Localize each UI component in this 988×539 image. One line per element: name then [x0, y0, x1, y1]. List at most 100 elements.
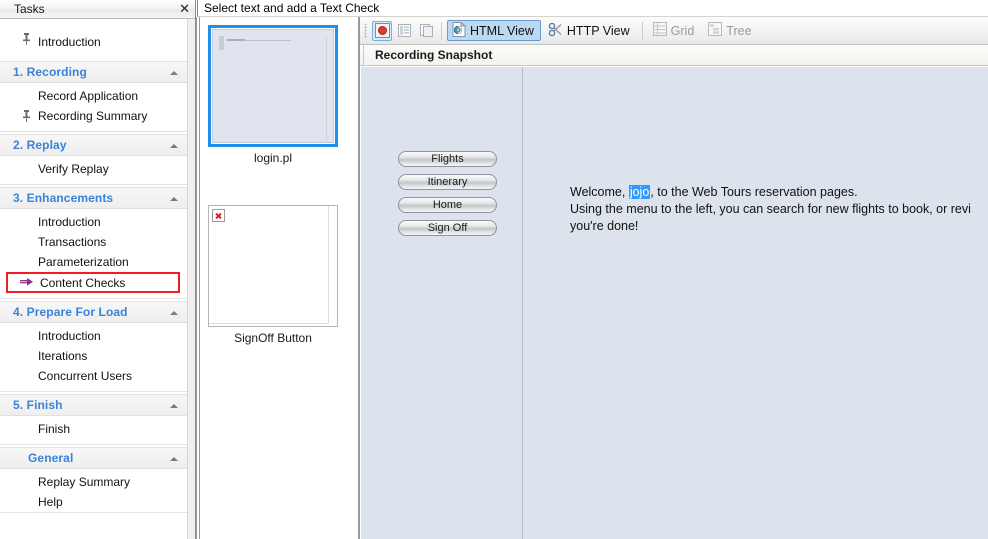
sidebar-item-load-introduction[interactable]: Introduction	[0, 326, 188, 346]
thumbnail-label: login.pl	[253, 151, 293, 165]
snapshot-record-icon[interactable]	[372, 20, 392, 41]
thumbnail-preview	[212, 29, 334, 143]
sidebar-group-header-general[interactable]: General	[0, 447, 188, 469]
chevron-up-icon[interactable]	[168, 307, 180, 318]
toolbar-separator	[641, 21, 643, 40]
sidebar-group-title: 3. Enhancements	[13, 191, 114, 205]
sidebar-group-header-finish[interactable]: 5. Finish	[0, 394, 188, 416]
sidebar-group-header-recording[interactable]: 1. Recording	[0, 61, 188, 83]
sidebar-group-header-prepare-for-load[interactable]: 4. Prepare For Load	[0, 301, 188, 323]
sidebar-group-recording: 1. Recording Record Application Recordin…	[0, 61, 188, 132]
chevron-up-icon[interactable]	[168, 67, 180, 78]
tab-label: HTTP View	[566, 23, 630, 38]
sidebar-item-parameterization[interactable]: Parameterization	[0, 252, 188, 272]
sidebar-item-recording-summary[interactable]: Recording Summary	[0, 106, 188, 126]
web-button-itinerary[interactable]: Itinerary	[398, 174, 497, 190]
snapshot-thumbnail-list: login.pl SignOff Button	[199, 17, 353, 539]
web-button-label: Home	[432, 199, 463, 211]
broken-image-icon	[212, 209, 225, 222]
sidebar-item-iterations[interactable]: Iterations	[0, 346, 188, 366]
chevron-up-icon[interactable]	[168, 193, 180, 204]
web-button-home[interactable]: Home	[398, 197, 497, 213]
web-button-sign-off[interactable]: Sign Off	[398, 220, 497, 236]
sidebar-item-label: Parameterization	[38, 255, 129, 269]
web-nav-buttons: Flights Itinerary Home Sign Off	[398, 151, 498, 243]
sidebar-item-label: Concurrent Users	[38, 369, 133, 383]
tasks-scrollbar[interactable]	[187, 19, 195, 539]
welcome-line-2: Using the menu to the left, you can sear…	[570, 202, 971, 216]
welcome-line-3: you're done!	[570, 219, 639, 233]
sidebar-item-replay-summary[interactable]: Replay Summary	[0, 472, 188, 492]
sidebar-item-help[interactable]: Help	[0, 492, 188, 512]
sidebar-item-concurrent-users[interactable]: Concurrent Users	[0, 366, 188, 386]
sidebar-item-label: Verify Replay	[38, 162, 109, 176]
thumbnail-image[interactable]	[208, 25, 338, 147]
sidebar-group-enhancements: 3. Enhancements Introduction Transaction…	[0, 187, 188, 299]
tasks-list: Introduction 1. Recording Record Applica…	[0, 19, 195, 539]
welcome-message: Welcome, jojo, to the Web Tours reservat…	[570, 184, 971, 235]
thumbnail-signoff-button[interactable]: SignOff Button	[208, 205, 338, 345]
tasks-pane: Tasks ✕ Introduction 1. Recording Record…	[0, 0, 196, 539]
sidebar-item-label: Introduction	[38, 35, 101, 49]
sidebar-item-finish[interactable]: Finish	[0, 419, 188, 439]
sidebar-item-record-application[interactable]: Record Application	[0, 86, 188, 106]
sidebar-group-prepare-for-load: 4. Prepare For Load Introduction Iterati…	[0, 301, 188, 392]
thumbnail-label: SignOff Button	[234, 331, 312, 345]
web-nav-column: Flights Itinerary Home Sign Off	[361, 67, 523, 539]
snapshot-thumbnail-pane: login.pl SignOff Button	[197, 17, 359, 539]
sidebar-group-title: 5. Finish	[13, 398, 63, 412]
instruction-text: Select text and add a Text Check	[204, 1, 380, 15]
sidebar-item-label: Transactions	[38, 235, 107, 249]
copy-snapshot-icon[interactable]	[416, 21, 436, 41]
tree-icon	[708, 22, 723, 39]
web-button-label: Flights	[431, 153, 464, 165]
welcome-suffix: , to the Web Tours reservation pages.	[650, 185, 858, 199]
sidebar-item-content-checks[interactable]: Content Checks	[6, 272, 180, 293]
chevron-up-icon[interactable]	[168, 140, 180, 151]
arrow-right-icon	[20, 276, 33, 290]
tasks-pane-title: Tasks	[14, 2, 45, 16]
tab-tree[interactable]: Tree	[703, 20, 758, 41]
tasks-pane-header: Tasks ✕	[0, 0, 195, 19]
pin-icon	[20, 109, 33, 123]
http-view-icon	[548, 22, 563, 40]
tab-http-view[interactable]: HTTP View	[543, 20, 637, 41]
sidebar-group-title: 1. Recording	[13, 65, 87, 79]
sidebar-item-label: Introduction	[38, 215, 101, 229]
sidebar-item-label: Help	[38, 495, 63, 509]
sidebar-group-header-enhancements[interactable]: 3. Enhancements	[0, 187, 188, 209]
split-view-icon[interactable]	[394, 21, 414, 41]
web-button-label: Itinerary	[427, 176, 468, 188]
sidebar-item-label: Finish	[38, 422, 71, 436]
tasks-scroll-content: Introduction 1. Recording Record Applica…	[0, 19, 188, 539]
chevron-up-icon[interactable]	[168, 453, 180, 464]
sidebar-item-introduction[interactable]: Introduction	[0, 29, 188, 55]
pane-divider-thumbnails[interactable]	[359, 17, 360, 539]
html-view-icon	[452, 20, 467, 40]
tab-grid[interactable]: Grid	[648, 20, 702, 41]
thumbnail-image[interactable]	[208, 205, 338, 327]
sidebar-item-label: Record Application	[38, 89, 139, 103]
vugen-window: Tasks ✕ Introduction 1. Recording Record…	[0, 0, 988, 539]
html-view-content: Flights Itinerary Home Sign Off Welcome,…	[361, 67, 988, 539]
sidebar-item-transactions[interactable]: Transactions	[0, 232, 188, 252]
tab-label: Grid	[670, 23, 695, 38]
snapshot-title: Recording Snapshot	[375, 48, 493, 62]
thumbnail-login-pl[interactable]: login.pl	[208, 25, 338, 165]
sidebar-item-label: Recording Summary	[38, 109, 148, 123]
viewer-toolbar: HTML View HTTP View Grid Tree	[360, 17, 988, 45]
chevron-up-icon[interactable]	[168, 400, 180, 411]
sidebar-item-label: Content Checks	[40, 275, 126, 290]
sidebar-group-title: General	[28, 451, 74, 465]
sidebar-item-verify-replay[interactable]: Verify Replay	[0, 159, 188, 179]
selected-text[interactable]: jojo	[628, 185, 651, 199]
web-button-flights[interactable]: Flights	[398, 151, 497, 167]
web-button-label: Sign Off	[427, 222, 468, 234]
tab-html-view[interactable]: HTML View	[447, 20, 541, 41]
toolbar-separator	[441, 21, 442, 40]
close-icon[interactable]: ✕	[179, 1, 190, 17]
toolbar-grip[interactable]	[364, 22, 367, 39]
pane-divider-tasks[interactable]	[196, 17, 197, 539]
sidebar-group-header-replay[interactable]: 2. Replay	[0, 134, 188, 156]
sidebar-item-enhancements-introduction[interactable]: Introduction	[0, 212, 188, 232]
